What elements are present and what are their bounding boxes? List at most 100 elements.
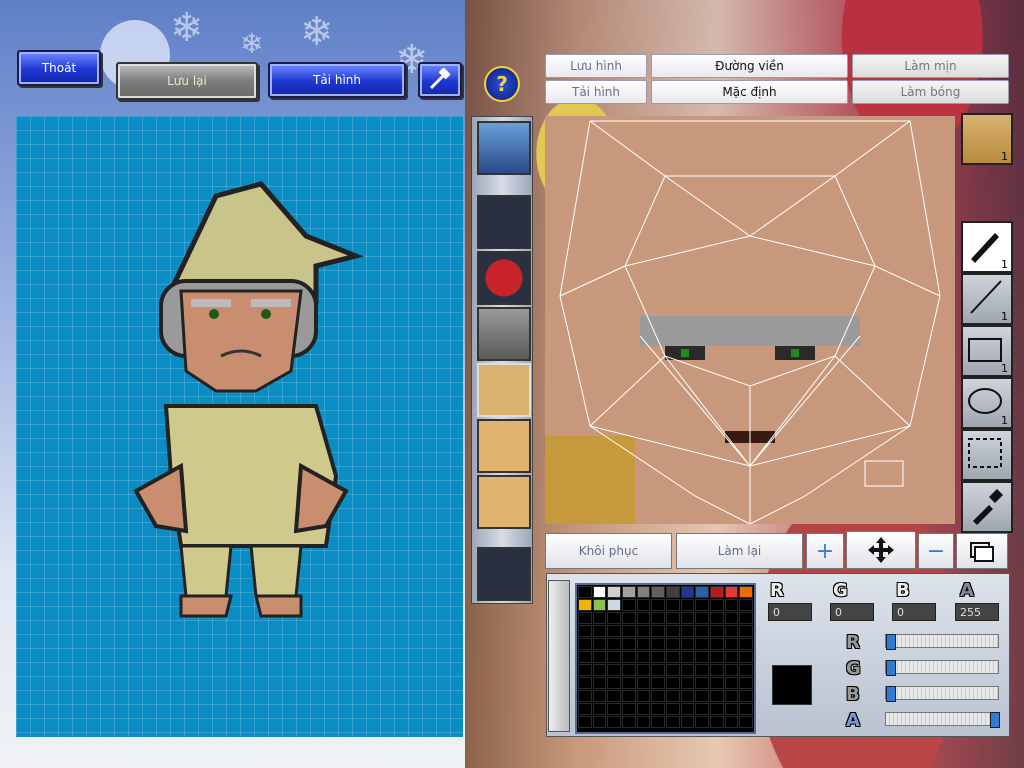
palette-swatch[interactable] [622,703,636,715]
palette-swatch[interactable] [651,651,665,663]
palette-swatch[interactable] [636,677,651,689]
palette-swatch[interactable] [636,664,651,676]
palette-swatch[interactable] [607,612,621,624]
palette-swatch[interactable] [666,664,680,676]
palette-swatch[interactable] [695,599,709,611]
b-slider-knob[interactable] [886,686,896,702]
palette-swatch[interactable] [651,703,665,715]
palette-swatch[interactable] [710,716,724,728]
palette-swatch[interactable] [739,599,753,611]
palette-swatch[interactable] [739,651,753,663]
palette-swatch[interactable] [695,690,709,702]
palette-swatch[interactable] [680,586,695,598]
hammer-tool-button[interactable] [418,62,462,98]
palette-swatch[interactable] [680,716,695,728]
palette-swatch[interactable] [695,703,709,715]
palette-swatch[interactable] [607,625,621,637]
palette-swatch[interactable] [636,599,651,611]
part-face-skin[interactable] [477,419,531,473]
selection-tool[interactable] [961,429,1013,481]
a-slider-knob[interactable] [990,712,1000,728]
palette-swatch[interactable] [695,716,709,728]
reload-image-button[interactable]: Tải hình [268,62,406,98]
palette-swatch[interactable] [710,638,724,650]
palette-swatch[interactable] [578,599,592,611]
texture-editor-canvas[interactable] [545,116,955,524]
g-slider[interactable] [885,660,999,676]
palette-swatch[interactable] [607,703,621,715]
palette-swatch[interactable] [739,703,753,715]
palette-swatch[interactable] [739,625,753,637]
palette-swatch[interactable] [578,586,592,598]
palette-swatch[interactable] [651,638,665,650]
exit-button[interactable]: Thoát [17,50,101,86]
palette-swatch[interactable] [578,651,592,663]
palette-swatch[interactable] [592,586,607,598]
palette-swatch[interactable] [666,651,680,663]
palette-swatch[interactable] [695,677,709,689]
palette-swatch[interactable] [622,599,636,611]
palette-swatch[interactable] [636,703,651,715]
part-face-lower[interactable] [477,475,531,529]
palette-swatch[interactable] [592,612,607,624]
save-image-button[interactable]: Lưu hình [545,54,647,78]
palette-swatch[interactable] [622,716,636,728]
palette-swatch[interactable] [636,612,651,624]
palette-swatch[interactable] [695,612,709,624]
palette-swatch[interactable] [724,625,739,637]
part-body[interactable] [477,307,531,361]
palette-swatch[interactable] [695,638,709,650]
palette-swatch[interactable] [739,716,753,728]
palette-swatch[interactable] [680,664,695,676]
palette-swatch[interactable] [739,664,753,676]
part-slot-empty[interactable] [477,547,531,601]
palette-swatch[interactable] [710,586,724,598]
palette-swatch[interactable] [724,586,739,598]
palette-swatch[interactable] [636,625,651,637]
outline-button[interactable]: Đường viền [651,54,848,78]
part-slot-empty[interactable] [477,195,531,249]
palette-swatch[interactable] [739,612,753,624]
palette-swatch[interactable] [636,716,651,728]
palette-swatch[interactable] [710,651,724,663]
load-image-button[interactable]: Tải hình [545,80,647,104]
palette-swatch[interactable] [710,625,724,637]
palette-swatch[interactable] [578,664,592,676]
r-slider-knob[interactable] [886,634,896,650]
color-palette[interactable] [575,583,756,734]
palette-swatch[interactable] [724,651,739,663]
palette-swatch[interactable] [680,651,695,663]
palette-swatch[interactable] [578,625,592,637]
palette-swatch[interactable] [680,599,695,611]
g-value-field[interactable]: 0 [830,603,874,621]
part-avatar-portrait[interactable] [477,121,531,175]
zoom-out-button[interactable]: − [918,533,954,569]
palette-swatch[interactable] [592,716,607,728]
palette-swatch[interactable] [724,599,739,611]
part-face-eyes[interactable] [477,363,531,417]
palette-swatch[interactable] [636,690,651,702]
palette-swatch[interactable] [666,677,680,689]
palette-swatch[interactable] [607,664,621,676]
palette-swatch[interactable] [578,612,592,624]
g-slider-knob[interactable] [886,660,896,676]
palette-swatch[interactable] [724,703,739,715]
palette-swatch[interactable] [578,690,592,702]
palette-swatch[interactable] [739,690,753,702]
palette-swatch[interactable] [710,612,724,624]
palette-swatch[interactable] [651,664,665,676]
palette-swatch[interactable] [592,664,607,676]
palette-swatch[interactable] [724,690,739,702]
palette-swatch[interactable] [695,625,709,637]
ellipse-tool[interactable]: 1 [961,377,1013,429]
default-button[interactable]: Mặc định [651,80,848,104]
palette-swatch[interactable] [710,677,724,689]
palette-swatch[interactable] [636,651,651,663]
part-hat[interactable] [477,251,531,305]
palette-swatch[interactable] [607,677,621,689]
b-slider[interactable] [885,686,999,702]
palette-swatch[interactable] [739,677,753,689]
palette-swatch[interactable] [607,586,621,598]
palette-swatch[interactable] [592,638,607,650]
palette-swatch[interactable] [724,638,739,650]
